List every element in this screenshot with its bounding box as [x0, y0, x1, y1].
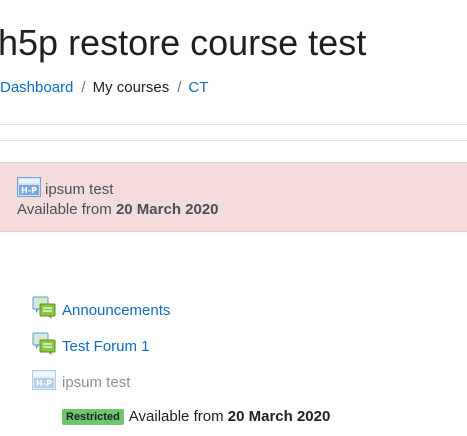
- highlighted-activity[interactable]: H-P ipsum test: [17, 177, 113, 202]
- activity-announcements[interactable]: Announcements: [32, 296, 170, 325]
- activity-name[interactable]: Announcements: [62, 302, 170, 319]
- page-title: h5p restore course test: [0, 22, 367, 63]
- course-page: h5p restore course test Dashboard / My cou…: [0, 0, 467, 436]
- activity-test-forum[interactable]: Test Forum 1: [32, 332, 150, 361]
- breadcrumb: Dashboard / My courses / CT: [0, 78, 208, 98]
- activity-name: ipsum test: [62, 374, 131, 391]
- availability-date: 20 March 2020: [227, 408, 331, 425]
- restricted-badge: Restricted: [62, 408, 124, 425]
- h5p-icon: H-P: [17, 177, 41, 202]
- breadcrumb-course[interactable]: CT: [188, 79, 208, 96]
- divider: [0, 124, 467, 125]
- h5p-icon: H-P: [32, 370, 56, 395]
- breadcrumb-my-courses[interactable]: My courses: [93, 79, 170, 96]
- availability-prefix: Available from: [128, 408, 224, 425]
- availability-prefix: Available from: [17, 201, 112, 218]
- forum-icon: [32, 332, 56, 361]
- svg-text:H-P: H-P: [21, 186, 37, 195]
- restriction-info: Restricted Available from 20 March 2020: [62, 408, 330, 425]
- highlighted-availability: Available from 20 March 2020: [17, 201, 219, 218]
- divider: [0, 140, 467, 141]
- svg-text:H-P: H-P: [36, 379, 52, 388]
- forum-icon: [32, 296, 56, 325]
- activity-name[interactable]: Test Forum 1: [62, 338, 150, 355]
- breadcrumb-separator: /: [177, 79, 182, 96]
- breadcrumb-separator: /: [81, 79, 86, 96]
- highlighted-activity-card: H-P ipsum test Available from 20 March 2…: [0, 162, 467, 232]
- activity-ipsum-test: H-P ipsum test: [32, 370, 130, 395]
- breadcrumb-dashboard[interactable]: Dashboard: [0, 79, 73, 96]
- highlighted-activity-name: ipsum test: [45, 181, 114, 198]
- availability-date: 20 March 2020: [115, 201, 219, 218]
